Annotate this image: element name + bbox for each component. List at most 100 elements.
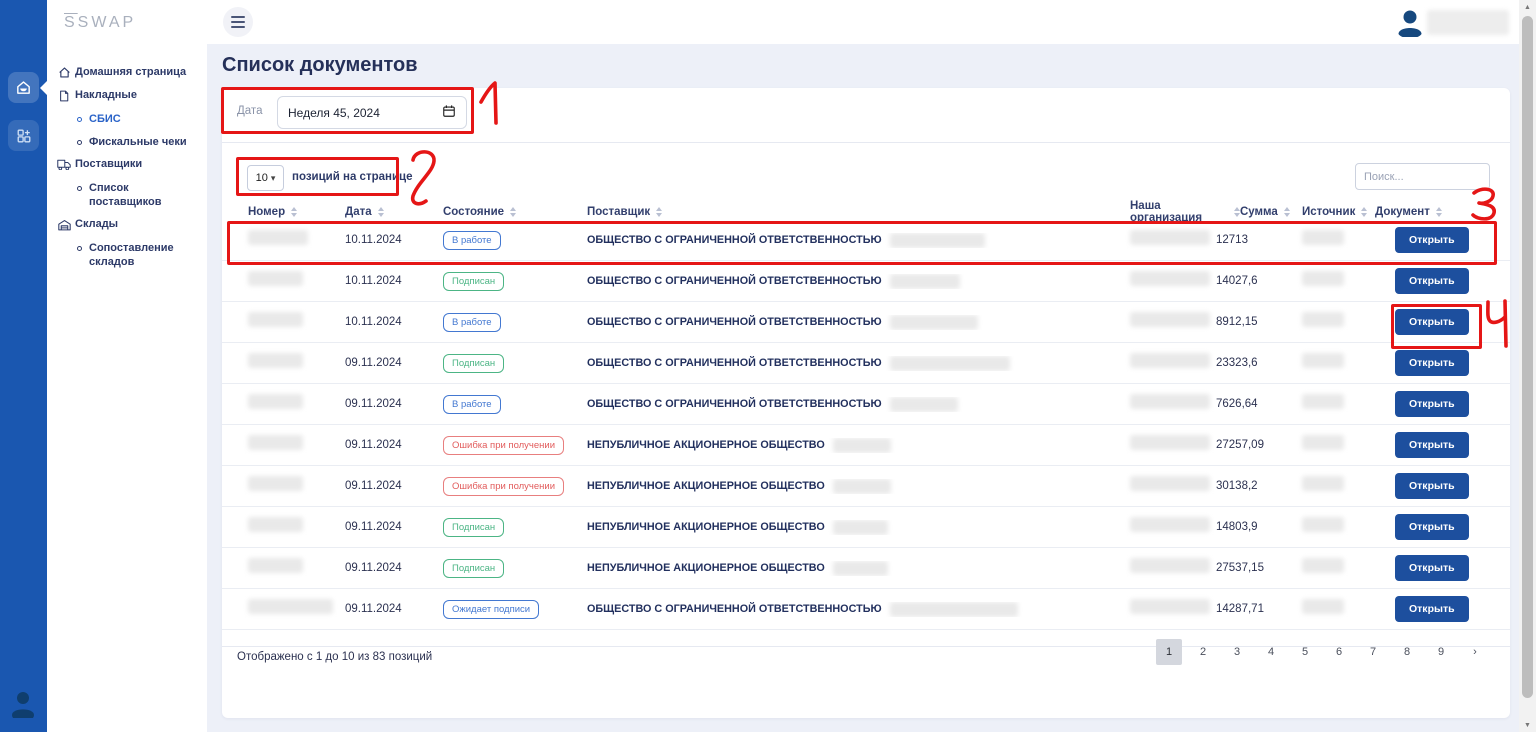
open-document-button[interactable]: Открыть	[1395, 350, 1469, 376]
organization-redacted	[1130, 394, 1210, 409]
table-row: 10.11.2024В работе ОБЩЕСТВО С ОГРАНИЧЕННО…	[222, 302, 1510, 343]
source-redacted	[1302, 435, 1344, 450]
suppliers-icon	[57, 159, 71, 170]
sidebar-subitem[interactable]: Сопоставление складов	[57, 241, 199, 270]
sort-icon[interactable]	[291, 207, 297, 217]
user-avatar-icon[interactable]	[1395, 7, 1425, 37]
organization-redacted	[1130, 271, 1210, 286]
hamburger-menu-button[interactable]	[223, 7, 253, 37]
number-redacted	[248, 476, 303, 491]
number-redacted	[248, 558, 303, 573]
apps-grid-plus-icon[interactable]	[8, 120, 39, 151]
cell-status: В работе	[443, 394, 587, 414]
cell-sum: 27257,09	[1216, 439, 1302, 451]
open-document-button[interactable]: Открыть	[1395, 555, 1469, 581]
icon-rail	[0, 0, 47, 732]
sidebar-subitem[interactable]: Список поставщиков	[57, 181, 199, 210]
sort-icon[interactable]	[1361, 207, 1367, 217]
status-badge: Подписан	[443, 518, 504, 537]
sort-icon[interactable]	[656, 207, 662, 217]
open-document-button[interactable]: Открыть	[1395, 432, 1469, 458]
sort-icon[interactable]	[1284, 207, 1290, 217]
cell-source	[1302, 394, 1375, 414]
user-name-redacted	[1427, 10, 1509, 35]
active-rail-pointer	[40, 80, 48, 96]
scroll-up-icon[interactable]: ▲	[1519, 4, 1536, 11]
organization-redacted	[1130, 353, 1210, 368]
annotation-digit-4	[1484, 298, 1512, 350]
scrollbar-thumb[interactable]	[1522, 16, 1533, 698]
annotation-digit-1	[478, 80, 504, 126]
sort-icon[interactable]	[378, 207, 384, 217]
annotation-box-open-button	[1391, 304, 1482, 349]
cell-number	[248, 353, 345, 373]
open-document-button[interactable]: Открыть	[1395, 391, 1469, 417]
number-redacted	[248, 271, 303, 286]
sort-icon[interactable]	[510, 207, 516, 217]
number-redacted	[248, 599, 333, 614]
invoices-icon	[57, 90, 71, 102]
open-document-button[interactable]: Открыть	[1395, 596, 1469, 622]
organization-redacted	[1130, 435, 1210, 450]
cell-date: 10.11.2024	[345, 316, 443, 328]
cell-source	[1302, 476, 1375, 496]
table-row: 09.11.2024Ошибка при полученииНЕПУБЛИЧНО…	[222, 425, 1510, 466]
annotation-box-date-filter	[221, 87, 474, 134]
vertical-scrollbar[interactable]: ▲ ▼	[1519, 0, 1536, 732]
cell-number	[248, 435, 345, 455]
open-document-button[interactable]: Открыть	[1395, 514, 1469, 540]
cell-date: 09.11.2024	[345, 357, 443, 369]
status-badge: Ожидает подписи	[443, 600, 539, 619]
page-button[interactable]: 3	[1224, 639, 1250, 665]
sidebar-subitem[interactable]: Фискальные чеки	[57, 135, 199, 149]
sort-icon[interactable]	[1436, 207, 1442, 217]
page-button[interactable]: 9	[1428, 639, 1454, 665]
scroll-down-icon[interactable]: ▼	[1519, 722, 1536, 729]
supplier-name: НЕПУБЛИЧНОЕ АКЦИОНЕРНОЕ ОБЩЕСТВО	[587, 480, 825, 492]
organization-redacted	[1130, 312, 1210, 327]
cell-status: В работе	[443, 312, 587, 332]
cell-supplier: НЕПУБЛИЧНОЕ АКЦИОНЕРНОЕ ОБЩЕСТВО	[587, 479, 1130, 494]
sidebar-item[interactable]: Склады	[57, 218, 199, 232]
cell-supplier: ОБЩЕСТВО С ОГРАНИЧЕННОЙ ОТВЕТСТВЕННОСТЬЮ	[587, 397, 1130, 412]
sidebar-item-label: Фискальные чеки	[89, 135, 187, 149]
cell-document: Открыть	[1375, 391, 1496, 417]
page-button[interactable]: 1	[1156, 639, 1182, 665]
cell-date: 09.11.2024	[345, 521, 443, 533]
cell-supplier: НЕПУБЛИЧНОЕ АКЦИОНЕРНОЕ ОБЩЕСТВО	[587, 438, 1130, 453]
cell-number	[248, 599, 345, 619]
page-button[interactable]: 8	[1394, 639, 1420, 665]
sidebar-item[interactable]: Поставщики	[57, 158, 199, 172]
table-row: 09.11.2024Ожидает подписиОБЩЕСТВО С ОГРА…	[222, 589, 1510, 630]
source-redacted	[1302, 271, 1344, 286]
sidebar-subitem[interactable]: СБИС	[57, 112, 199, 126]
status-badge: Подписан	[443, 354, 504, 373]
rail-user-icon[interactable]	[9, 688, 37, 718]
page-button[interactable]: 5	[1292, 639, 1318, 665]
supplier-name: ОБЩЕСТВО С ОГРАНИЧЕННОЙ ОТВЕТСТВЕННОСТЬЮ	[587, 398, 882, 410]
cell-sum: 14027,6	[1216, 275, 1302, 287]
next-page-button[interactable]: ›	[1462, 639, 1488, 665]
page-button[interactable]: 7	[1360, 639, 1386, 665]
cell-supplier: ОБЩЕСТВО С ОГРАНИЧЕННОЙ ОТВЕТСТВЕННОСТЬЮ	[587, 315, 1130, 330]
page-button[interactable]: 4	[1258, 639, 1284, 665]
sidebar-item[interactable]: Домашняя страница	[57, 66, 199, 80]
supplier-name: НЕПУБЛИЧНОЕ АКЦИОНЕРНОЕ ОБЩЕСТВО	[587, 521, 825, 533]
supplier-name: ОБЩЕСТВО С ОГРАНИЧЕННОЙ ОТВЕТСТВЕННОСТЬЮ	[587, 603, 882, 615]
page-button[interactable]: 6	[1326, 639, 1352, 665]
status-badge: В работе	[443, 395, 501, 414]
status-badge: В работе	[443, 313, 501, 332]
column-header: Номер	[248, 206, 345, 218]
open-document-button[interactable]: Открыть	[1395, 268, 1469, 294]
cell-status: Подписан	[443, 353, 587, 373]
column-header-label: Состояние	[443, 206, 504, 218]
table-row: 09.11.2024ПодписанНЕПУБЛИЧНОЕ АКЦИОНЕРНО…	[222, 548, 1510, 589]
cell-source	[1302, 271, 1375, 291]
sidebar-item-label: Склады	[75, 218, 118, 232]
table-body: 10.11.2024В работеОБЩЕСТВО С ОГРАНИЧЕННО…	[222, 220, 1510, 630]
page-button[interactable]: 2	[1190, 639, 1216, 665]
inbox-home-icon[interactable]	[8, 72, 39, 103]
sidebar-item[interactable]: Накладные	[57, 89, 199, 103]
open-document-button[interactable]: Открыть	[1395, 473, 1469, 499]
cell-status: Ошибка при получении	[443, 476, 587, 496]
